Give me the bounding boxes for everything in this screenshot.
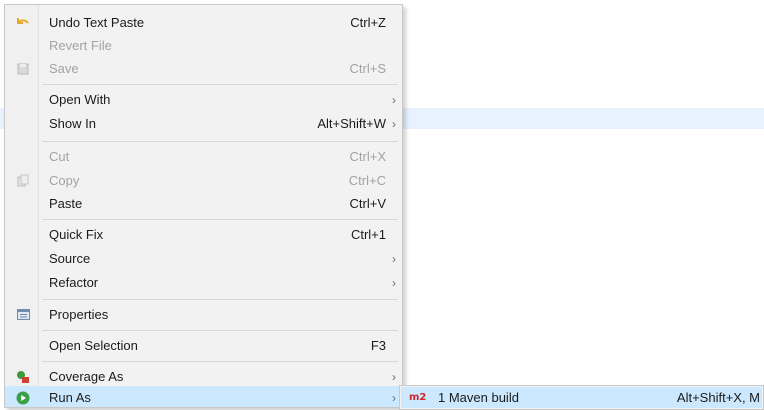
screen: Undo Text Paste Ctrl+Z Revert File Save … [0, 0, 764, 410]
menu-item-shortcut: Alt+Shift+W [317, 116, 386, 131]
menu-item-open-selection[interactable]: Open Selection F3 [5, 334, 402, 357]
menu-item-label: Show In [49, 116, 96, 131]
menu-item-label: Cut [49, 149, 70, 164]
chevron-right-icon: › [392, 390, 396, 405]
chevron-right-icon: › [392, 369, 396, 384]
menu-item-label: Open Selection [49, 338, 138, 353]
menu-separator [42, 84, 398, 85]
run-as-submenu: m2 1 Maven build Alt+Shift+X, M [399, 385, 764, 410]
menu-item-revert-file[interactable]: Revert File [5, 34, 402, 57]
menu-item-shortcut: Ctrl+1 [350, 227, 386, 242]
properties-icon [15, 307, 31, 323]
menu-item-save[interactable]: Save Ctrl+S [5, 57, 402, 80]
save-icon [15, 61, 31, 77]
chevron-right-icon: › [392, 275, 396, 290]
menu-item-label: Save [49, 61, 79, 76]
menu-item-source[interactable]: Source › [5, 247, 402, 270]
menu-item-label: Properties [49, 307, 109, 322]
menu-separator [42, 141, 398, 142]
menu-item-shortcut: Ctrl+C [348, 173, 386, 188]
menu-item-label: Revert File [49, 38, 112, 53]
chevron-right-icon: › [392, 92, 396, 107]
menu-item-show-in[interactable]: Show In Alt+Shift+W › [5, 112, 402, 135]
menu-item-cut[interactable]: Cut Ctrl+X [5, 145, 402, 168]
menu-item-label: Undo Text Paste [49, 15, 145, 30]
menu-item-label: Paste [49, 196, 83, 211]
menu-item-coverage-as[interactable]: Coverage As › [5, 365, 402, 388]
menu-item-label: Open With [49, 92, 111, 107]
menu-item-label: Refactor [49, 275, 99, 290]
context-menu: Undo Text Paste Ctrl+Z Revert File Save … [4, 4, 403, 408]
coverage-icon [15, 369, 31, 385]
chevron-right-icon: › [392, 116, 396, 131]
menu-item-shortcut: Ctrl+X [349, 149, 386, 164]
menu-separator [42, 361, 398, 362]
menu-separator [42, 219, 398, 220]
menu-separator [42, 330, 398, 331]
menu-item-copy[interactable]: Copy Ctrl+C [5, 169, 402, 192]
menu-item-properties[interactable]: Properties [5, 303, 402, 326]
menu-item-label: Run As [49, 390, 91, 405]
menu-item-label: Source [49, 251, 91, 266]
menu-separator [42, 299, 398, 300]
maven-m2-icon: m2 [409, 392, 427, 403]
menu-item-shortcut: Ctrl+Z [350, 15, 386, 30]
undo-icon [15, 15, 31, 31]
submenu-item-maven-build[interactable]: m2 1 Maven build Alt+Shift+X, M [401, 387, 762, 408]
menu-item-paste[interactable]: Paste Ctrl+V [5, 192, 402, 215]
menu-item-label: Coverage As [49, 369, 124, 384]
run-icon [15, 390, 31, 406]
menu-item-label: Quick Fix [49, 227, 104, 242]
submenu-item-shortcut: Alt+Shift+X, M [676, 390, 760, 405]
menu-item-undo-text-paste[interactable]: Undo Text Paste Ctrl+Z [5, 11, 402, 34]
menu-item-shortcut: Ctrl+V [349, 196, 386, 211]
menu-item-open-with[interactable]: Open With › [5, 88, 402, 111]
submenu-item-label: 1 Maven build [438, 390, 519, 405]
menu-item-shortcut: F3 [370, 338, 386, 353]
copy-icon [15, 173, 31, 189]
menu-item-quick-fix[interactable]: Quick Fix Ctrl+1 [5, 223, 402, 246]
menu-item-run-as[interactable]: Run As › [5, 386, 402, 407]
menu-item-refactor[interactable]: Refactor › [5, 271, 402, 294]
menu-item-shortcut: Ctrl+S [349, 61, 386, 76]
chevron-right-icon: › [392, 251, 396, 266]
menu-item-label: Copy [49, 173, 80, 188]
